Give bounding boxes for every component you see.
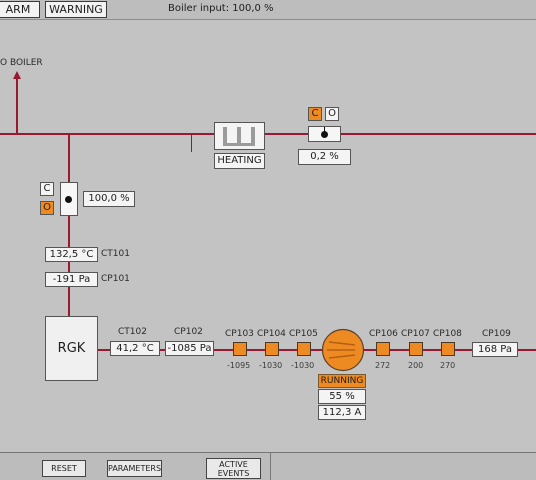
arrow-up-icon bbox=[13, 71, 21, 79]
valve-left-position-value: 100,0 % bbox=[83, 191, 135, 207]
active-events-line-2: EVENTS bbox=[217, 469, 250, 478]
cp108-value: 270 bbox=[440, 361, 456, 370]
top-bar: ARM WARNING Boiler input: 100,0 % bbox=[0, 0, 536, 20]
fan-icon[interactable] bbox=[321, 328, 365, 372]
cp104-sensor[interactable] bbox=[265, 342, 279, 356]
cp109-label: CP109 bbox=[482, 329, 511, 339]
valve-left-position-icon bbox=[65, 196, 72, 203]
cp105-label: CP105 bbox=[289, 329, 318, 339]
fan-speed-value: 55 % bbox=[318, 389, 366, 404]
boiler-input-readout: Boiler input: 100,0 % bbox=[168, 3, 274, 14]
cp101-value: -191 Pa bbox=[45, 272, 98, 287]
valve-left[interactable] bbox=[60, 182, 78, 216]
cp107-sensor[interactable] bbox=[409, 342, 423, 356]
cp104-value: -1030 bbox=[259, 361, 283, 370]
ct102-value: 41,2 °C bbox=[110, 341, 160, 356]
heating-exchanger[interactable] bbox=[214, 122, 265, 150]
reset-button[interactable]: RESET bbox=[42, 460, 86, 477]
parameters-button[interactable]: PARAMETERS bbox=[107, 460, 162, 477]
bottom-toolbar: RESET PARAMETERS ACTIVE EVENTS bbox=[0, 452, 536, 480]
branch-stub-pipe bbox=[191, 133, 192, 152]
cp105-sensor[interactable] bbox=[297, 342, 311, 356]
cp105-value: -1030 bbox=[291, 361, 315, 370]
cp108-sensor[interactable] bbox=[441, 342, 455, 356]
ct101-label: CT101 bbox=[101, 249, 130, 259]
heating-label: HEATING bbox=[214, 153, 265, 169]
heating-coil-icon bbox=[215, 123, 264, 149]
valve-top-position-value: 0,2 % bbox=[298, 149, 351, 165]
cp109-value: 168 Pa bbox=[472, 342, 518, 357]
valve-top-close-button[interactable]: C bbox=[308, 107, 322, 121]
cp102-label: CP102 bbox=[174, 327, 203, 337]
cp106-sensor[interactable] bbox=[376, 342, 390, 356]
cp106-value: 272 bbox=[375, 361, 391, 370]
active-events-button[interactable]: ACTIVE EVENTS bbox=[206, 458, 261, 479]
cp107-label: CP107 bbox=[401, 329, 430, 339]
boiler-riser-pipe bbox=[16, 78, 18, 133]
cp104-label: CP104 bbox=[257, 329, 286, 339]
fan-current-value: 112,3 A bbox=[318, 405, 366, 420]
to-boiler-label: O BOILER bbox=[0, 58, 43, 68]
valve-top-open-button[interactable]: O bbox=[325, 107, 339, 121]
valve-top[interactable] bbox=[308, 126, 341, 142]
valve-left-close-button[interactable]: C bbox=[40, 182, 54, 196]
ct102-label: CT102 bbox=[118, 327, 147, 337]
cp103-label: CP103 bbox=[225, 329, 254, 339]
cp107-value: 200 bbox=[408, 361, 424, 370]
cp101-label: CP101 bbox=[101, 274, 130, 284]
ct101-value: 132,5 °C bbox=[45, 247, 98, 262]
cp102-value: -1085 Pa bbox=[165, 341, 214, 356]
cp108-label: CP108 bbox=[433, 329, 462, 339]
cp103-value: -1095 bbox=[227, 361, 251, 370]
valve-left-open-button[interactable]: O bbox=[40, 201, 54, 215]
main-pipe bbox=[0, 133, 536, 135]
cp103-sensor[interactable] bbox=[233, 342, 247, 356]
rgk-unit[interactable]: RGK bbox=[45, 316, 98, 381]
active-events-line-1: ACTIVE bbox=[219, 460, 248, 469]
alarm-tab[interactable]: ARM bbox=[0, 1, 40, 18]
warning-tab[interactable]: WARNING bbox=[45, 1, 107, 18]
hmi-screen: ARM WARNING Boiler input: 100,0 % O BOIL… bbox=[0, 0, 536, 480]
running-status-badge: RUNNING bbox=[318, 374, 366, 388]
cp106-label: CP106 bbox=[369, 329, 398, 339]
